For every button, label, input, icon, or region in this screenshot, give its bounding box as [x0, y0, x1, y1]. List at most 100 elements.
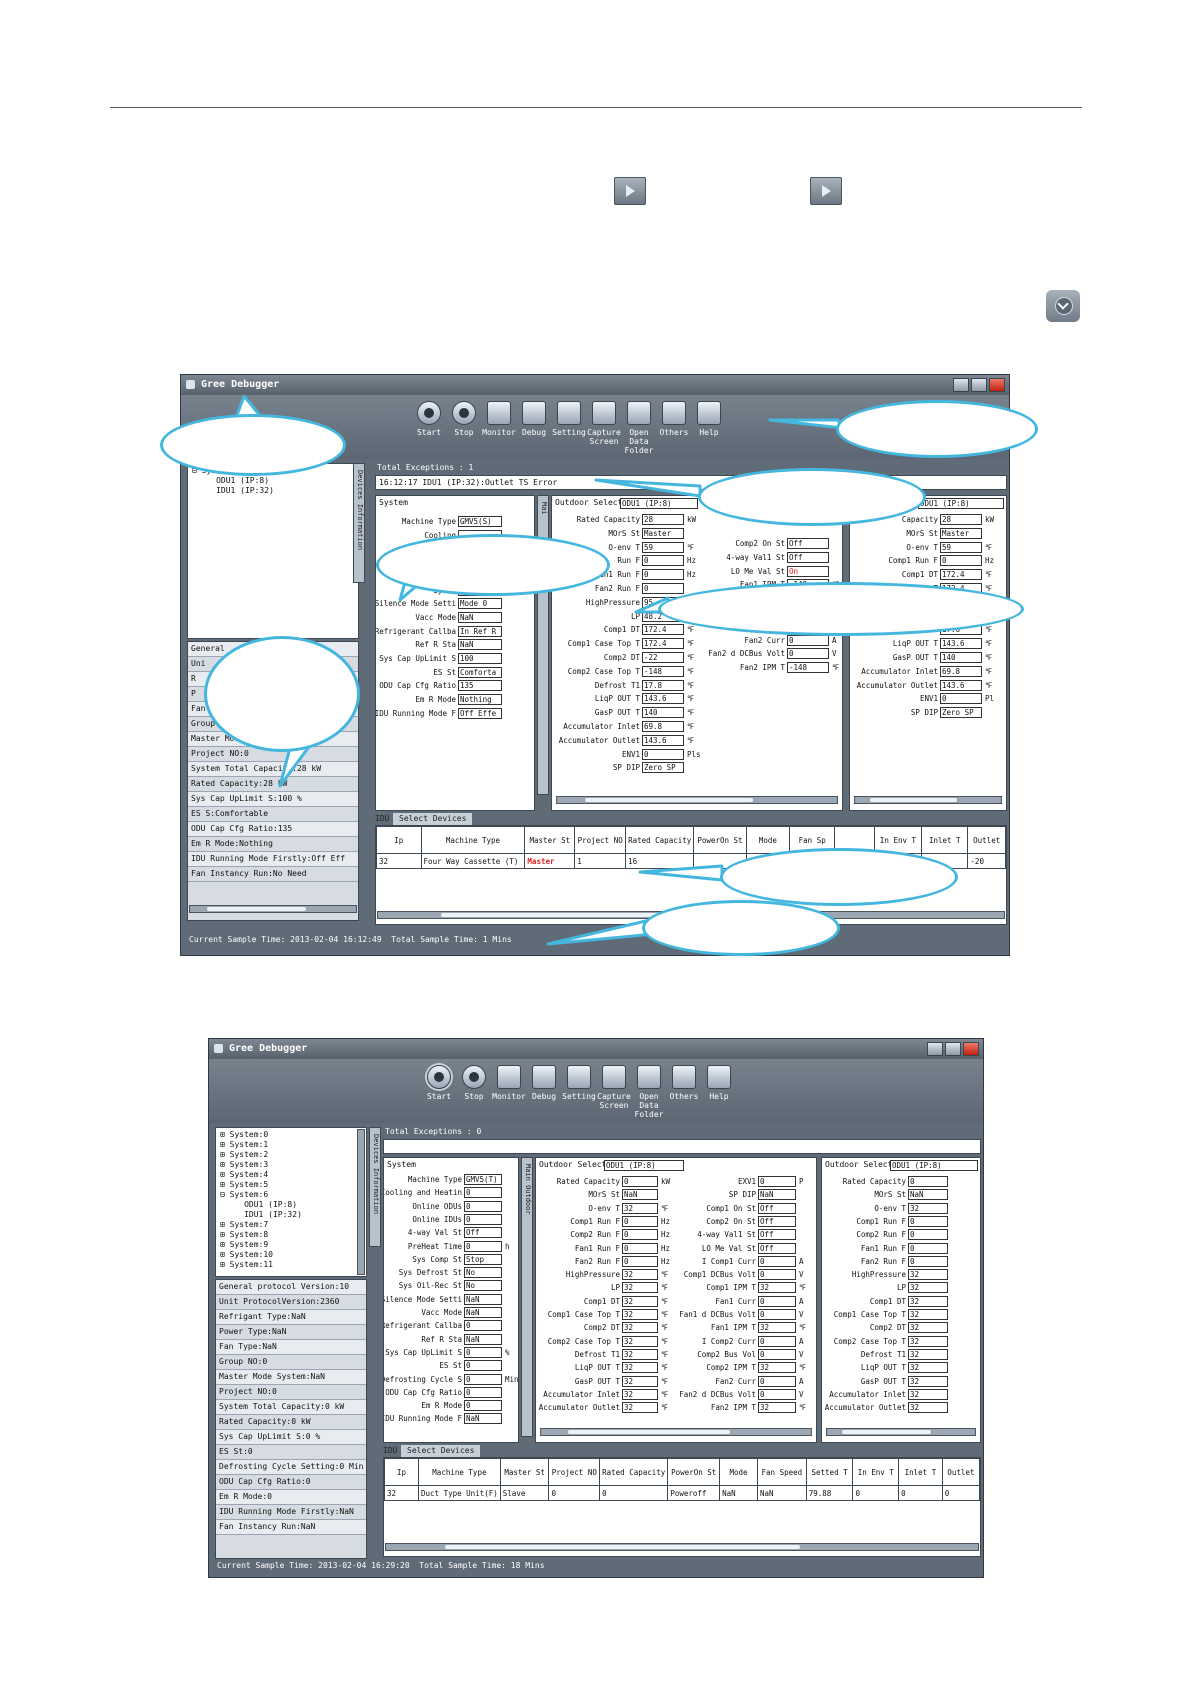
field-label: Rated Capacity	[842, 1177, 906, 1186]
column-header[interactable]: Mode	[719, 1458, 758, 1486]
maximize-button[interactable]	[971, 378, 987, 392]
column-header[interactable]: Rated Capacity	[599, 1458, 669, 1486]
column-header[interactable]: Outlet	[967, 826, 1006, 854]
toolbar-help-button[interactable]: Help	[689, 401, 729, 437]
field-row: IDU Running Mode F	[384, 1413, 462, 1425]
idu-table-panel: Ip Machine Type Master St Project NO Rated C…	[383, 1457, 981, 1557]
outdoor-select-dropdown[interactable]: ODU1 (IP:8)	[604, 1160, 684, 1171]
exception-row[interactable]	[383, 1139, 981, 1154]
field-value: 0	[758, 1295, 796, 1307]
idu-scrollbar[interactable]	[385, 1543, 979, 1551]
tree-scrollbar[interactable]	[357, 1129, 365, 1275]
field-row: Ref R Sta	[376, 639, 456, 651]
close-button[interactable]	[963, 1042, 979, 1056]
toolbar-setting-button[interactable]: Setting	[559, 1065, 599, 1101]
toolbar-capture-screen-button[interactable]: Capture Screen	[594, 1065, 634, 1110]
toolbar-monitor-button[interactable]: Monitor	[479, 401, 519, 437]
column-header[interactable]: Mode	[745, 826, 791, 854]
toolbar-open-data-folder-button[interactable]: Open Data Folder	[629, 1065, 669, 1119]
column-header[interactable]: Rated Capacity	[625, 826, 695, 854]
toolbar-debug-button[interactable]: Debug	[524, 1065, 564, 1101]
field-label: Comp1 Run F	[856, 1216, 906, 1226]
column-header[interactable]: PowerOn St	[667, 1458, 721, 1486]
field-label: LiqP OUT T	[892, 639, 938, 649]
field-value: 0	[464, 1386, 502, 1398]
field-value: 0	[758, 1348, 796, 1360]
field-label: Comp1 DT	[869, 1296, 906, 1306]
field-row: Comp1 Run F	[822, 1216, 906, 1228]
outdoor-select-dropdown-2[interactable]: ODU1 (IP:8)	[890, 1160, 978, 1171]
outdoor-scrollbar-2[interactable]	[826, 1428, 976, 1436]
toolbar-label: Monitor	[482, 428, 516, 437]
toolbar-open-data-folder-button[interactable]: Open Data Folder	[619, 401, 659, 455]
column-header[interactable]: Master St	[524, 826, 576, 854]
toolbar-stop-button[interactable]: Stop	[454, 1065, 494, 1101]
outdoor-scrollbar[interactable]	[556, 796, 838, 804]
field-value: 143.6	[940, 679, 982, 691]
field-value: 0	[758, 1255, 796, 1267]
monitor-icon	[497, 1065, 521, 1089]
field-row: Sys Defrost St	[384, 1267, 462, 1279]
column-header[interactable]: Project NO	[574, 826, 627, 854]
column-header[interactable]: Master St	[499, 1458, 550, 1486]
device-tree[interactable]: ⊞ System:0 ⊞ System:1 ⊞ System:2 ⊞ Syste…	[215, 1127, 367, 1277]
column-header[interactable]: PowerOn St	[693, 826, 747, 854]
toolbar-monitor-button[interactable]: Monitor	[489, 1065, 529, 1101]
app-logo-icon	[186, 380, 195, 389]
column-header[interactable]: Inlet T	[921, 826, 969, 854]
outdoor-select-dropdown[interactable]: ODU1 (IP:8)	[620, 498, 698, 509]
field-row: Rated Capacity	[822, 1176, 906, 1188]
column-header[interactable]: Setted T	[805, 1458, 854, 1486]
field-row: I Comp2 Curr	[536, 1336, 756, 1348]
select-devices-tab[interactable]: Select Devices	[401, 1445, 481, 1457]
info-row: Refrigant Type:NaN	[216, 1310, 366, 1325]
field-row: ES St	[376, 667, 456, 679]
column-header[interactable]: Outlet	[941, 1458, 980, 1486]
maximize-button[interactable]	[945, 1042, 961, 1056]
field-label: Rated Capacity	[576, 515, 640, 524]
column-header[interactable]: Fan Speed	[756, 1458, 807, 1486]
minimize-button[interactable]	[927, 1042, 943, 1056]
column-header[interactable]: Ip	[376, 826, 422, 854]
info-row: Rated Capacity:0 kW	[216, 1415, 366, 1430]
field-row: Ref R Sta	[384, 1334, 462, 1346]
exception-text: 16:12:17 IDU1 (IP:32):Outlet TS Error	[379, 478, 558, 487]
column-header[interactable]: In Env T	[852, 1458, 900, 1486]
column-header[interactable]: Ip	[384, 1458, 420, 1486]
toolbar-label: Debug	[531, 1092, 557, 1101]
column-header[interactable]: Machine Type	[418, 1458, 501, 1486]
column-header[interactable]: Project NO	[548, 1458, 601, 1486]
minimize-button[interactable]	[953, 378, 969, 392]
devices-information-tab[interactable]: Devices Information	[353, 463, 365, 583]
field-label: Comp2 Case Top T	[833, 1336, 906, 1346]
select-devices-tab[interactable]: Select Devices	[393, 813, 473, 825]
table-cell: NaN	[756, 1485, 807, 1501]
toolbar-capture-screen-button[interactable]: Capture Screen	[584, 401, 624, 446]
toolbar-setting-button[interactable]: Setting	[549, 401, 589, 437]
field-row: Fan1 Curr	[536, 1296, 756, 1308]
field-unit: ℉	[687, 735, 695, 745]
field-unit: Pls	[687, 749, 701, 759]
info-row: Unit ProtocolVersion:2360	[216, 1295, 366, 1310]
field-value: 32	[908, 1335, 948, 1347]
outdoor-scrollbar-2[interactable]	[854, 796, 1002, 804]
outdoor-select-dropdown-2[interactable]: ODU1 (IP:8)	[918, 498, 1004, 509]
outdoor-scrollbar[interactable]	[540, 1428, 812, 1436]
toolbar-help-button[interactable]: Help	[699, 1065, 739, 1101]
toolbar-start-button[interactable]: Start	[409, 401, 449, 437]
close-button[interactable]	[989, 378, 1005, 392]
device-tree[interactable]: ⊟ System:12 ODU1 (IP:8) IDU1 (IP:32)	[187, 463, 359, 639]
field-unit: ℉	[799, 1323, 807, 1333]
toolbar-start-button[interactable]: Start	[419, 1065, 459, 1101]
info-scrollbar[interactable]	[189, 905, 357, 913]
main-outdoor-tab[interactable]: Main Outdoor	[521, 1157, 533, 1437]
toolbar-others-button[interactable]: Others	[654, 401, 694, 437]
column-header[interactable]: Inlet T	[898, 1458, 943, 1486]
table-row[interactable]: 32 Duct Type Unit(F) Slave 0 0 Poweroff NaN NaN…	[384, 1485, 980, 1501]
toolbar-stop-button[interactable]: Stop	[444, 401, 484, 437]
devices-information-tab[interactable]: Devices Information	[369, 1127, 381, 1247]
column-header[interactable]: Machine Type	[420, 826, 526, 854]
toolbar-others-button[interactable]: Others	[664, 1065, 704, 1101]
field-row: LO Me Val St	[536, 1243, 756, 1255]
toolbar-debug-button[interactable]: Debug	[514, 401, 554, 437]
